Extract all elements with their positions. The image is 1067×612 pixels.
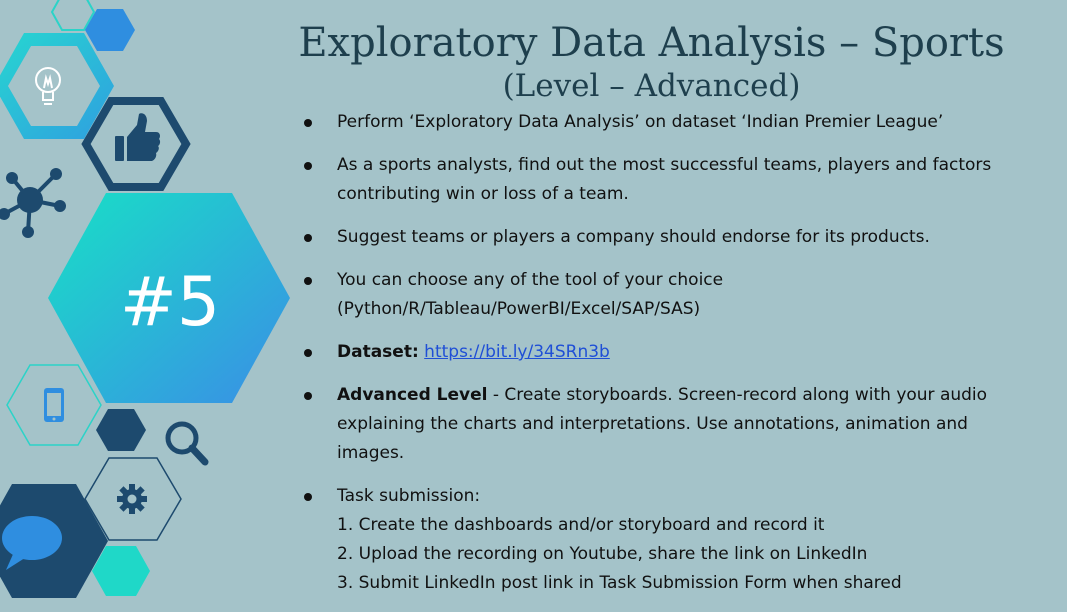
bullet-suggest-teams: Suggest teams or players a company shoul… [300, 223, 1000, 252]
bullet-text: (Python/R/Tableau/PowerBI/Excel/SAP/SAS) [337, 299, 701, 319]
bullet-text: You can choose any of the tool of your c… [337, 270, 724, 290]
task-submission-title: Task submission: [337, 486, 481, 506]
badge-hex: #5 [48, 193, 290, 403]
bullet-perform-eda: Perform ‘Exploratory Data Analysis’ on d… [300, 108, 1000, 137]
bullet-advanced-level: Advanced Level - Create storyboards. Scr… [300, 381, 1000, 468]
bullet-text: explaining the charts and interpretation… [337, 414, 968, 434]
bullet-task-submission: Task submission: 1. Create the dashboard… [300, 482, 1000, 598]
bullet-dot [304, 234, 312, 242]
bullet-sports-analyst: As a sports analysts, find out the most … [300, 151, 1000, 209]
bullet-tool-choice: You can choose any of the tool of your c… [300, 266, 1000, 324]
bullet-text: Suggest teams or players a company shoul… [337, 227, 930, 247]
bullet-dot [304, 277, 312, 285]
bullet-list: Perform ‘Exploratory Data Analysis’ on d… [300, 108, 1000, 612]
magnifier-icon [165, 421, 209, 466]
bullet-dot [304, 493, 312, 501]
bullet-dataset: Dataset: https://bit.ly/34SRn3b [300, 338, 1000, 367]
slide-title: Exploratory Data Analysis – Sports [298, 20, 1005, 66]
task-step: 2. Upload the recording on Youtube, shar… [337, 544, 868, 564]
hex-small-navy [96, 409, 146, 451]
dataset-label: Dataset: [337, 342, 419, 362]
bullet-dot [304, 349, 312, 357]
phone-icon [44, 388, 64, 422]
task-step: 1. Create the dashboards and/or storyboa… [337, 515, 825, 535]
bullet-dot [304, 119, 312, 127]
bullet-line: Advanced Level - Create storyboards. Scr… [337, 381, 1000, 410]
bullet-text: images. [337, 443, 405, 463]
network-icon [0, 168, 66, 238]
dataset-link[interactable]: https://bit.ly/34SRn3b [424, 342, 610, 362]
advanced-level-label: Advanced Level [337, 385, 488, 405]
bullet-text: contributing win or loss of a team. [337, 184, 629, 204]
slide-subtitle: (Level – Advanced) [502, 68, 801, 104]
thumbs-up-icon [115, 113, 161, 161]
phone-hex [6, 364, 102, 446]
chat-hex [0, 484, 108, 598]
bullet-text: - Create storyboards. Screen-record alon… [487, 385, 988, 405]
badge-number: #5 [120, 263, 220, 342]
bullet-text: Perform ‘Exploratory Data Analysis’ on d… [337, 112, 944, 132]
thumbs-hex [81, 97, 191, 191]
bullet-text: As a sports analysts, find out the most … [337, 155, 992, 175]
gear-icon [117, 484, 147, 514]
bullet-dot [304, 392, 312, 400]
bullet-dot [304, 162, 312, 170]
task-step: 3. Submit LinkedIn post link in Task Sub… [337, 573, 902, 593]
